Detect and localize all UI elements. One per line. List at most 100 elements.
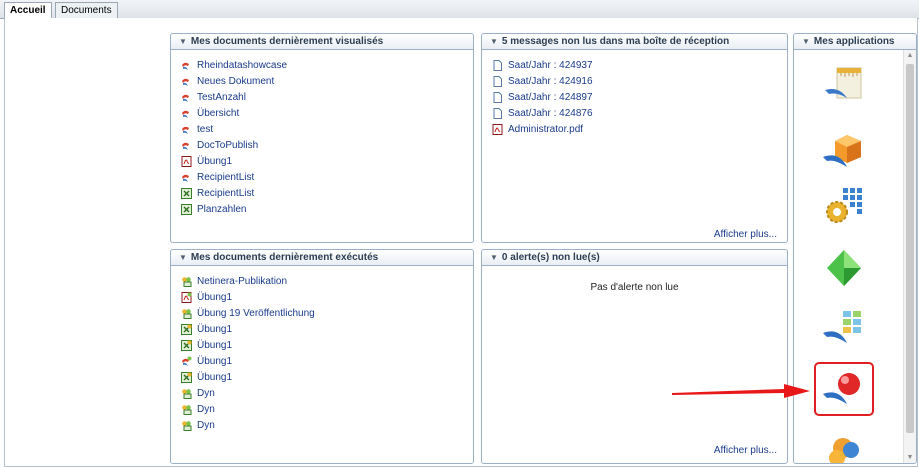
text-file-icon [492,75,503,87]
item-label: Übung1 [197,292,233,303]
instance-link[interactable]: Dyn [181,386,473,402]
instance-link[interactable]: Dyn [181,402,473,418]
recent-run-header[interactable]: ▼ Mes documents dernièrement exécutés [171,250,473,266]
inbox-more-link[interactable]: Afficher plus... [714,229,777,240]
webi-instance-icon [181,356,192,367]
item-label: Übung1 [197,156,233,167]
panel-title: Mes documents dernièrement visualisés [190,36,384,47]
document-link[interactable]: test [181,122,473,138]
excel-instance-icon [181,371,192,383]
applications-header[interactable]: ▼ Mes applications [794,34,916,50]
inbox-message-link[interactable]: Saat/Jahr : 424876 [492,106,787,122]
scroll-up-icon[interactable]: ▲ [904,52,916,59]
document-link[interactable]: Planzahlen [181,202,473,218]
inbox-message-link[interactable]: Administrator.pdf [492,122,787,138]
alerts-header[interactable]: ▼ 0 alerte(s) non lue(s) [482,250,787,266]
highlight-box [814,362,874,416]
recent-run-list: Netinera-Publikation Übung1 Übung 19 Veröf… [171,266,473,434]
item-label: Rheindatashowcase [197,60,288,71]
inbox-message-link[interactable]: Saat/Jahr : 424897 [492,90,787,106]
no-alert-text: Pas d'alerte non lue [590,282,679,293]
item-label: RecipientList [197,172,255,183]
text-file-icon [492,91,503,103]
instance-link[interactable]: Übung1 [181,338,473,354]
item-label: Netinera-Publikation [197,276,288,287]
publication-icon [181,388,192,399]
instance-link[interactable]: Übung1 [181,290,473,306]
red-arrow-annotation [672,384,810,398]
webi-doc-icon [181,108,192,119]
recent-viewed-list: Rheindatashowcase Neues Dokument TestAnzah… [171,50,473,218]
inbox-message-link[interactable]: Saat/Jahr : 424937 [492,58,787,74]
alerts-more-link[interactable]: Afficher plus... [714,445,777,456]
document-link[interactable]: TestAnzahl [181,90,473,106]
item-label: Übung1 [197,356,233,367]
item-label: Neues Dokument [197,76,275,87]
instance-link[interactable]: Übung1 [181,370,473,386]
document-link[interactable]: RecipientList [181,186,473,202]
applications-scrollbar[interactable]: ▲ ▼ [903,50,916,463]
document-link[interactable]: Übersicht [181,106,473,122]
panel-title: 0 alerte(s) non lue(s) [501,252,600,263]
publication-icon [181,404,192,415]
tab-accueil[interactable]: Accueil [4,2,52,19]
red-ball-app-icon [823,373,860,404]
app-circles[interactable] [794,434,894,463]
instance-link[interactable]: Übung1 [181,354,473,370]
webi-doc-icon [181,76,192,87]
publication-icon [181,276,192,287]
report-ruler-app-icon [825,67,862,99]
panel-title: Mes documents dernièrement exécutés [190,252,379,263]
inbox-header[interactable]: ▼ 5 messages non lus dans ma boîte de réc… [482,34,787,50]
inbox-message-link[interactable]: Saat/Jahr : 424916 [492,74,787,90]
excel-instance-icon [181,323,192,335]
webi-doc-icon [181,92,192,103]
app-report[interactable] [794,64,894,108]
collapse-triangle-icon[interactable]: ▼ [179,34,187,49]
item-label: TestAnzahl [197,92,246,103]
pdf-file-icon [492,123,503,135]
tab-documents[interactable]: Documents [55,2,118,18]
item-label: Übung1 [197,324,233,335]
item-label: Administrator.pdf [508,124,584,135]
alerts-panel: ▼ 0 alerte(s) non lue(s) Pas d'alerte non… [481,249,788,464]
item-label: Saat/Jahr : 424897 [508,92,593,103]
document-link[interactable]: Neues Dokument [181,74,473,90]
item-label: Planzahlen [197,204,247,215]
app-cube[interactable] [794,129,894,173]
inbox-list: Saat/Jahr : 424937 Saat/Jahr : 424916 Saat… [482,50,787,138]
scroll-thumb[interactable] [906,64,914,433]
instance-link[interactable]: Übung1 [181,322,473,338]
item-label: Saat/Jahr : 424916 [508,76,593,87]
webi-doc-icon [181,60,192,71]
app-settings[interactable] [794,184,894,228]
collapse-triangle-icon[interactable]: ▼ [490,34,498,49]
instance-link[interactable]: Netinera-Publikation [181,274,473,290]
publication-icon [181,420,192,431]
excel-doc-icon [181,187,192,199]
instance-link[interactable]: Dyn [181,418,473,434]
text-file-icon [492,107,503,119]
document-link[interactable]: DocToPublish [181,138,473,154]
document-link[interactable]: RecipientList [181,170,473,186]
recent-viewed-header[interactable]: ▼ Mes documents dernièrement visualisés [171,34,473,50]
item-label: Saat/Jahr : 424876 [508,108,593,119]
webi-doc-icon [181,140,192,151]
green-diamond-app-icon [827,250,861,286]
app-modules[interactable] [794,305,894,349]
scroll-down-icon[interactable]: ▼ [904,454,916,461]
recent-run-panel: ▼ Mes documents dernièrement exécutés Net… [170,249,474,464]
instance-link[interactable]: Übung 19 Veröffentlichung [181,306,473,322]
collapse-triangle-icon[interactable]: ▼ [179,250,187,265]
document-link[interactable]: Übung1 [181,154,473,170]
collapse-triangle-icon[interactable]: ▼ [802,34,810,49]
webi-doc-icon [181,172,192,183]
pdf-doc-icon [181,155,192,167]
item-label: DocToPublish [197,140,259,151]
collapse-triangle-icon[interactable]: ▼ [490,250,498,265]
item-label: Übung 19 Veröffentlichung [197,308,315,319]
document-link[interactable]: Rheindatashowcase [181,58,473,74]
item-label: Dyn [197,420,215,431]
tab-bar: Accueil Documents [0,0,919,19]
app-diamond[interactable] [794,246,894,290]
